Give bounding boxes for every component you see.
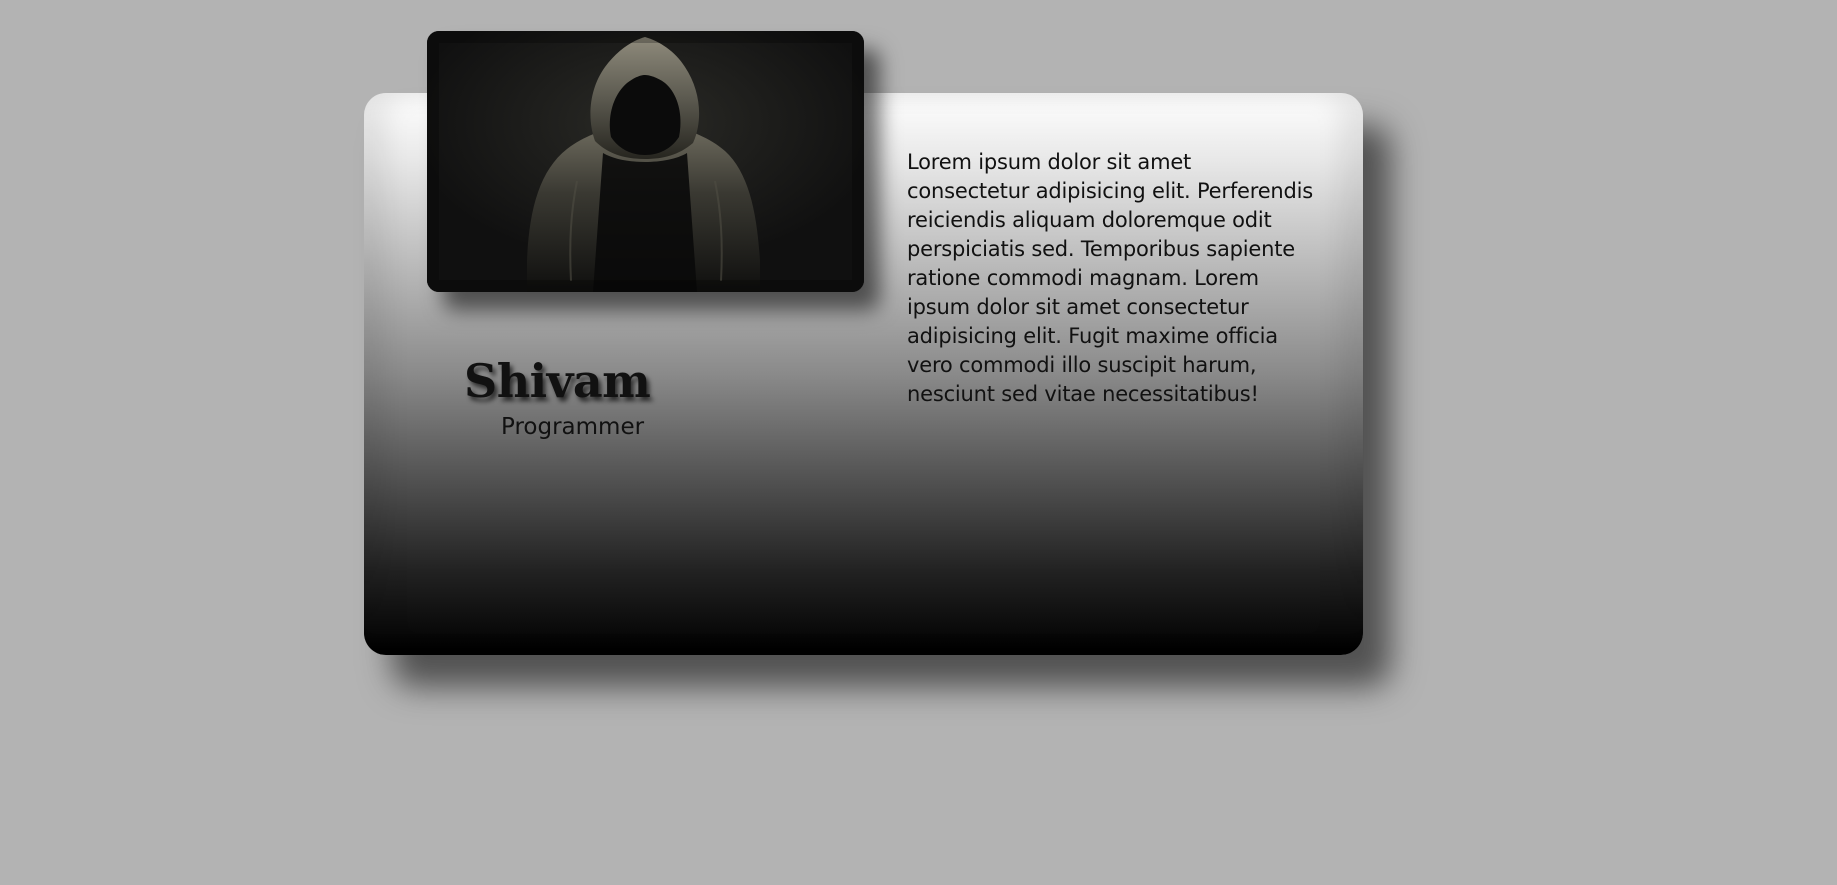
profile-photo <box>427 31 864 292</box>
profile-name: Shivam <box>464 354 651 408</box>
profile-description: Lorem ipsum dolor sit amet consectetur a… <box>907 150 1314 406</box>
profile-role: Programmer <box>501 414 645 440</box>
hooded-figure-icon <box>427 31 864 292</box>
